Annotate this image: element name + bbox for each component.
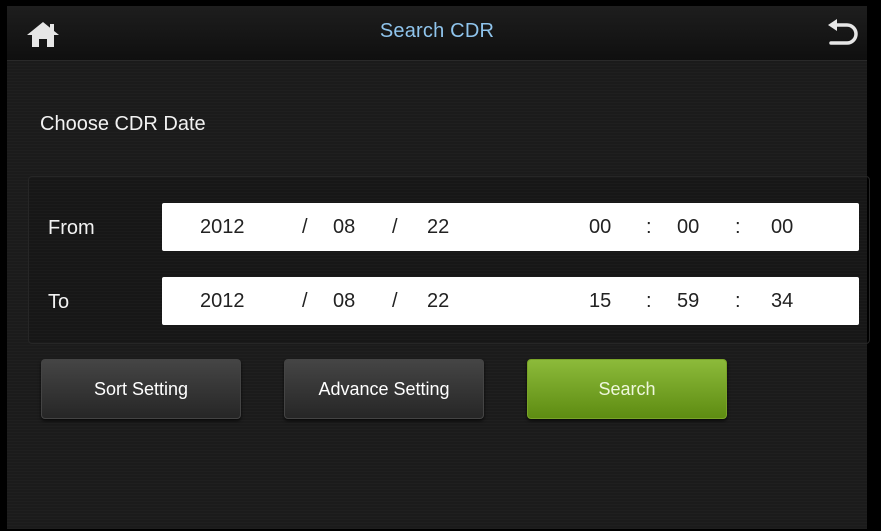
to-hour[interactable]: 15 <box>589 290 611 313</box>
time-separator: : <box>646 216 652 238</box>
date-separator: / <box>392 216 398 238</box>
time-separator: : <box>735 216 741 238</box>
date-separator: / <box>302 216 308 238</box>
from-datetime-field[interactable]: 2012 / 08 / 22 00 : 00 : 00 <box>162 203 859 251</box>
search-cdr-screen: Search CDR Choose CDR Date From 2012 / 0… <box>7 6 870 529</box>
to-datetime-field[interactable]: 2012 / 08 / 22 15 : 59 : 34 <box>162 277 859 325</box>
back-button[interactable] <box>823 18 861 50</box>
from-second[interactable]: 00 <box>771 216 793 239</box>
time-separator: : <box>646 290 652 312</box>
to-month[interactable]: 08 <box>333 290 355 313</box>
page-title: Search CDR <box>379 20 495 42</box>
time-separator: : <box>735 290 741 312</box>
sort-setting-button[interactable]: Sort Setting <box>41 359 241 419</box>
advance-setting-button[interactable]: Advance Setting <box>284 359 484 419</box>
from-minute[interactable]: 00 <box>677 216 699 239</box>
search-button[interactable]: Search <box>527 359 727 419</box>
date-separator: / <box>302 290 308 312</box>
from-day[interactable]: 22 <box>427 216 449 239</box>
from-year[interactable]: 2012 <box>200 216 245 239</box>
to-second[interactable]: 34 <box>771 290 793 313</box>
date-range-panel: From 2012 / 08 / 22 00 : 00 : 00 To 2012… <box>28 176 870 344</box>
to-label: To <box>48 291 70 313</box>
from-hour[interactable]: 00 <box>589 216 611 239</box>
from-month[interactable]: 08 <box>333 216 355 239</box>
to-minute[interactable]: 59 <box>677 290 699 313</box>
top-bar: Search CDR <box>7 6 867 61</box>
date-separator: / <box>392 290 398 312</box>
section-title: Choose CDR Date <box>40 113 206 135</box>
to-year[interactable]: 2012 <box>200 290 245 313</box>
back-arrow-icon <box>828 19 858 45</box>
to-day[interactable]: 22 <box>427 290 449 313</box>
from-label: From <box>48 217 95 239</box>
